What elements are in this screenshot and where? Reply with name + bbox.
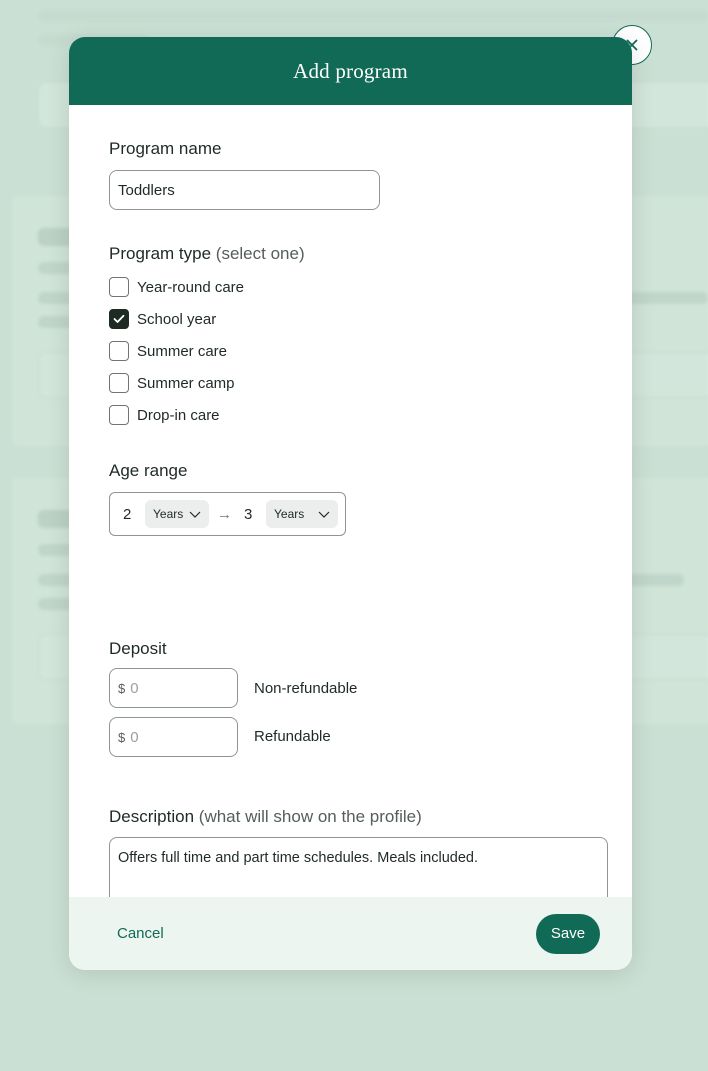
description-value: Offers full time and part time schedules… bbox=[118, 850, 478, 866]
option-label: Drop-in care bbox=[137, 406, 220, 424]
program-type-option-drop-in[interactable]: Drop-in care bbox=[109, 404, 220, 426]
cancel-button[interactable]: Cancel bbox=[117, 925, 164, 942]
description-hint: (what will show on the profile) bbox=[198, 807, 422, 826]
age-from-unit: Years bbox=[153, 507, 184, 521]
checkbox[interactable] bbox=[109, 373, 129, 393]
age-from-value[interactable]: 2 bbox=[123, 506, 145, 523]
program-name-input[interactable]: Toddlers bbox=[109, 170, 380, 210]
deposit-refundable-input[interactable]: $ 0 bbox=[109, 717, 238, 757]
checkbox[interactable] bbox=[109, 341, 129, 361]
deposit-placeholder: 0 bbox=[130, 728, 139, 746]
option-label: Summer care bbox=[137, 342, 228, 360]
modal-title: Add program bbox=[293, 58, 408, 83]
modal-footer: Cancel Save bbox=[69, 897, 632, 970]
chevron-down-icon bbox=[318, 511, 330, 518]
currency-symbol: $ bbox=[118, 729, 126, 745]
age-to-value[interactable]: 3 bbox=[244, 506, 266, 523]
checkbox-checked[interactable] bbox=[109, 309, 129, 329]
deposit-non-refundable-input[interactable]: $ 0 bbox=[109, 668, 238, 708]
program-type-label-text: Program type bbox=[109, 244, 212, 263]
deposit-non-refundable-label: Non-refundable bbox=[254, 680, 358, 697]
deposit-refundable-label: Refundable bbox=[254, 728, 331, 745]
description-label-text: Description bbox=[109, 807, 195, 826]
program-type-option-summer-camp[interactable]: Summer camp bbox=[109, 372, 235, 394]
age-to-unit-select[interactable]: Years bbox=[266, 500, 338, 528]
program-type-option-year-round[interactable]: Year-round care bbox=[109, 276, 244, 298]
arrow-right-icon: → bbox=[217, 505, 232, 523]
program-type-option-school-year[interactable]: School year bbox=[109, 308, 216, 330]
checkbox[interactable] bbox=[109, 277, 129, 297]
program-name-value: Toddlers bbox=[118, 181, 175, 199]
option-label: Summer camp bbox=[137, 374, 235, 392]
program-name-label: Program name bbox=[109, 139, 222, 158]
age-range-control: 2 Years → 3 Years bbox=[109, 492, 346, 536]
program-type-label: Program type (select one) bbox=[109, 244, 305, 264]
modal-header: Add program bbox=[69, 37, 632, 105]
deposit-label: Deposit bbox=[109, 639, 167, 658]
currency-symbol: $ bbox=[118, 680, 126, 696]
option-label: Year-round care bbox=[137, 278, 245, 296]
description-label: Description (what will show on the profi… bbox=[109, 807, 422, 827]
chevron-down-icon bbox=[189, 511, 201, 518]
age-range-label: Age range bbox=[109, 461, 188, 480]
age-to-unit: Years bbox=[274, 507, 305, 521]
option-label: School year bbox=[137, 310, 217, 328]
program-type-option-summer-care[interactable]: Summer care bbox=[109, 340, 227, 362]
save-button[interactable]: Save bbox=[536, 913, 600, 954]
add-program-modal: Add program Program name Toddlers Progra… bbox=[69, 37, 632, 970]
program-type-hint: (select one) bbox=[215, 244, 305, 263]
checkbox[interactable] bbox=[109, 405, 129, 425]
age-from-unit-select[interactable]: Years bbox=[145, 500, 209, 528]
checkmark-icon bbox=[113, 314, 125, 323]
deposit-placeholder: 0 bbox=[130, 679, 139, 697]
